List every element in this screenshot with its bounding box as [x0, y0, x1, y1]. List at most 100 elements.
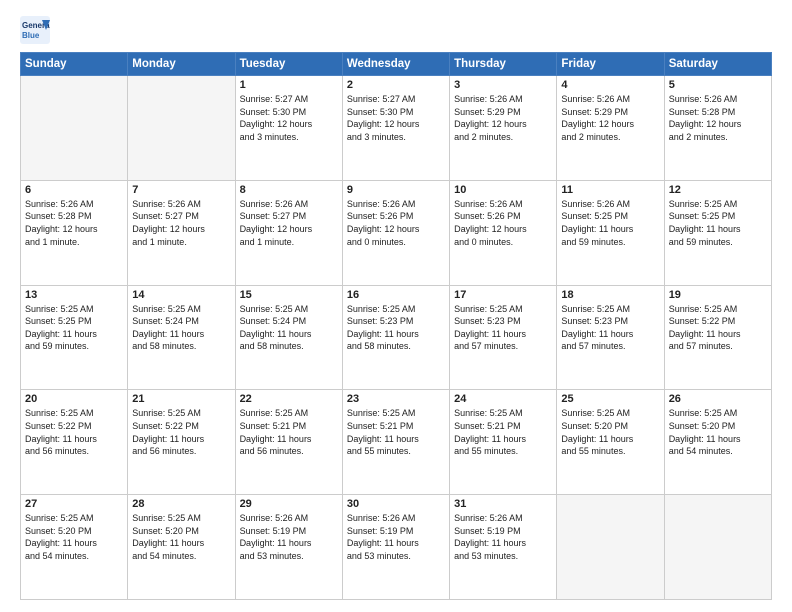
day-number: 20: [25, 393, 123, 405]
day-number: 5: [669, 79, 767, 91]
calendar-week-3: 13 Sunrise: 5:25 AM Sunset: 5:25 PM Dayli…: [21, 285, 772, 390]
day-info: Sunrise: 5:25 AM Sunset: 5:21 PM Dayligh…: [240, 407, 338, 457]
day-number: 13: [25, 289, 123, 301]
calendar-header-saturday: Saturday: [664, 53, 771, 76]
calendar-cell: 4 Sunrise: 5:26 AM Sunset: 5:29 PM Daylig…: [557, 76, 664, 181]
calendar-cell: 17 Sunrise: 5:25 AM Sunset: 5:23 PM Dayli…: [450, 285, 557, 390]
calendar-cell: 26 Sunrise: 5:25 AM Sunset: 5:20 PM Dayli…: [664, 390, 771, 495]
day-number: 17: [454, 289, 552, 301]
calendar-cell: 28 Sunrise: 5:25 AM Sunset: 5:20 PM Dayli…: [128, 495, 235, 600]
day-number: 2: [347, 79, 445, 91]
day-info: Sunrise: 5:25 AM Sunset: 5:20 PM Dayligh…: [561, 407, 659, 457]
day-number: 26: [669, 393, 767, 405]
calendar-header-friday: Friday: [557, 53, 664, 76]
calendar-cell: 18 Sunrise: 5:25 AM Sunset: 5:23 PM Dayli…: [557, 285, 664, 390]
calendar-week-5: 27Sunrise: 5:25 AM Sunset: 5:20 PM Dayli…: [21, 495, 772, 600]
day-number: 18: [561, 289, 659, 301]
calendar-cell: 22 Sunrise: 5:25 AM Sunset: 5:21 PM Dayli…: [235, 390, 342, 495]
calendar-cell: 24 Sunrise: 5:25 AM Sunset: 5:21 PM Dayli…: [450, 390, 557, 495]
day-info: Sunrise: 5:25 AM Sunset: 5:25 PM Dayligh…: [669, 198, 767, 248]
calendar-week-1: 1 Sunrise: 5:27 AM Sunset: 5:30 PM Daylig…: [21, 76, 772, 181]
calendar-cell: [557, 495, 664, 600]
day-number: 16: [347, 289, 445, 301]
day-info: Sunrise: 5:25 AM Sunset: 5:20 PM Dayligh…: [132, 512, 230, 562]
day-info: Sunrise: 5:25 AM Sunset: 5:21 PM Dayligh…: [454, 407, 552, 457]
day-info: Sunrise: 5:27 AM Sunset: 5:30 PM Dayligh…: [347, 93, 445, 143]
day-number: 14: [132, 289, 230, 301]
day-number: 7: [132, 184, 230, 196]
day-number: 3: [454, 79, 552, 91]
day-number: 1: [240, 79, 338, 91]
day-info: Sunrise: 5:25 AM Sunset: 5:23 PM Dayligh…: [561, 303, 659, 353]
calendar-cell: 5 Sunrise: 5:26 AM Sunset: 5:28 PM Daylig…: [664, 76, 771, 181]
day-number: 4: [561, 79, 659, 91]
day-info: Sunrise: 5:25 AM Sunset: 5:20 PM Dayligh…: [25, 512, 123, 562]
day-number: 29: [240, 498, 338, 510]
day-number: 19: [669, 289, 767, 301]
calendar-header-tuesday: Tuesday: [235, 53, 342, 76]
calendar-cell: 2 Sunrise: 5:27 AM Sunset: 5:30 PM Daylig…: [342, 76, 449, 181]
calendar-header-row: SundayMondayTuesdayWednesdayThursdayFrid…: [21, 53, 772, 76]
calendar-cell: 13 Sunrise: 5:25 AM Sunset: 5:25 PM Dayli…: [21, 285, 128, 390]
day-info: Sunrise: 5:26 AM Sunset: 5:19 PM Dayligh…: [240, 512, 338, 562]
calendar-cell: 19 Sunrise: 5:25 AM Sunset: 5:22 PM Dayli…: [664, 285, 771, 390]
calendar-cell: 9 Sunrise: 5:26 AM Sunset: 5:26 PM Daylig…: [342, 180, 449, 285]
calendar-cell: 23Sunrise: 5:25 AM Sunset: 5:21 PM Dayli…: [342, 390, 449, 495]
day-number: 21: [132, 393, 230, 405]
day-info: Sunrise: 5:27 AM Sunset: 5:30 PM Dayligh…: [240, 93, 338, 143]
calendar-cell: 10 Sunrise: 5:26 AM Sunset: 5:26 PM Dayli…: [450, 180, 557, 285]
calendar-cell: [664, 495, 771, 600]
calendar-cell: 15Sunrise: 5:25 AM Sunset: 5:24 PM Dayli…: [235, 285, 342, 390]
calendar-cell: 12 Sunrise: 5:25 AM Sunset: 5:25 PM Dayli…: [664, 180, 771, 285]
day-number: 24: [454, 393, 552, 405]
calendar-cell: 29 Sunrise: 5:26 AM Sunset: 5:19 PM Dayli…: [235, 495, 342, 600]
day-number: 28: [132, 498, 230, 510]
calendar-cell: 20Sunrise: 5:25 AM Sunset: 5:22 PM Dayli…: [21, 390, 128, 495]
day-info: Sunrise: 5:26 AM Sunset: 5:26 PM Dayligh…: [454, 198, 552, 248]
day-info: Sunrise: 5:26 AM Sunset: 5:26 PM Dayligh…: [347, 198, 445, 248]
day-number: 22: [240, 393, 338, 405]
day-number: 30: [347, 498, 445, 510]
day-info: Sunrise: 5:25 AM Sunset: 5:20 PM Dayligh…: [669, 407, 767, 457]
calendar-cell: 21 Sunrise: 5:25 AM Sunset: 5:22 PM Dayli…: [128, 390, 235, 495]
calendar-cell: 27Sunrise: 5:25 AM Sunset: 5:20 PM Dayli…: [21, 495, 128, 600]
svg-text:Blue: Blue: [22, 31, 40, 40]
day-info: Sunrise: 5:26 AM Sunset: 5:28 PM Dayligh…: [669, 93, 767, 143]
calendar-cell: 6 Sunrise: 5:26 AM Sunset: 5:28 PM Daylig…: [21, 180, 128, 285]
day-info: Sunrise: 5:26 AM Sunset: 5:29 PM Dayligh…: [561, 93, 659, 143]
calendar-header-monday: Monday: [128, 53, 235, 76]
day-number: 25: [561, 393, 659, 405]
calendar-cell: 1 Sunrise: 5:27 AM Sunset: 5:30 PM Daylig…: [235, 76, 342, 181]
calendar-header-thursday: Thursday: [450, 53, 557, 76]
day-number: 6: [25, 184, 123, 196]
day-info: Sunrise: 5:25 AM Sunset: 5:25 PM Dayligh…: [25, 303, 123, 353]
day-number: 9: [347, 184, 445, 196]
day-number: 31: [454, 498, 552, 510]
calendar-header-sunday: Sunday: [21, 53, 128, 76]
calendar-table: SundayMondayTuesdayWednesdayThursdayFrid…: [20, 52, 772, 600]
calendar-cell: 11Sunrise: 5:26 AM Sunset: 5:25 PM Dayli…: [557, 180, 664, 285]
day-info: Sunrise: 5:25 AM Sunset: 5:22 PM Dayligh…: [132, 407, 230, 457]
calendar-cell: 25 Sunrise: 5:25 AM Sunset: 5:20 PM Dayli…: [557, 390, 664, 495]
day-number: 12: [669, 184, 767, 196]
day-info: Sunrise: 5:26 AM Sunset: 5:19 PM Dayligh…: [347, 512, 445, 562]
day-info: Sunrise: 5:25 AM Sunset: 5:22 PM Dayligh…: [669, 303, 767, 353]
calendar-cell: 3Sunrise: 5:26 AM Sunset: 5:29 PM Daylig…: [450, 76, 557, 181]
calendar-cell: 30 Sunrise: 5:26 AM Sunset: 5:19 PM Dayli…: [342, 495, 449, 600]
calendar-header-wednesday: Wednesday: [342, 53, 449, 76]
day-number: 23: [347, 393, 445, 405]
calendar-cell: 7 Sunrise: 5:26 AM Sunset: 5:27 PM Daylig…: [128, 180, 235, 285]
day-number: 10: [454, 184, 552, 196]
calendar-cell: [21, 76, 128, 181]
calendar-cell: 31 Sunrise: 5:26 AM Sunset: 5:19 PM Dayli…: [450, 495, 557, 600]
day-info: Sunrise: 5:25 AM Sunset: 5:23 PM Dayligh…: [454, 303, 552, 353]
day-number: 8: [240, 184, 338, 196]
logo-icon: General Blue: [20, 16, 50, 44]
day-info: Sunrise: 5:25 AM Sunset: 5:24 PM Dayligh…: [240, 303, 338, 353]
page: General Blue SundayMondayTuesdayWednesda…: [0, 0, 792, 612]
day-info: Sunrise: 5:26 AM Sunset: 5:19 PM Dayligh…: [454, 512, 552, 562]
day-info: Sunrise: 5:26 AM Sunset: 5:27 PM Dayligh…: [132, 198, 230, 248]
day-info: Sunrise: 5:26 AM Sunset: 5:28 PM Dayligh…: [25, 198, 123, 248]
header: General Blue: [20, 16, 772, 44]
day-info: Sunrise: 5:25 AM Sunset: 5:24 PM Dayligh…: [132, 303, 230, 353]
